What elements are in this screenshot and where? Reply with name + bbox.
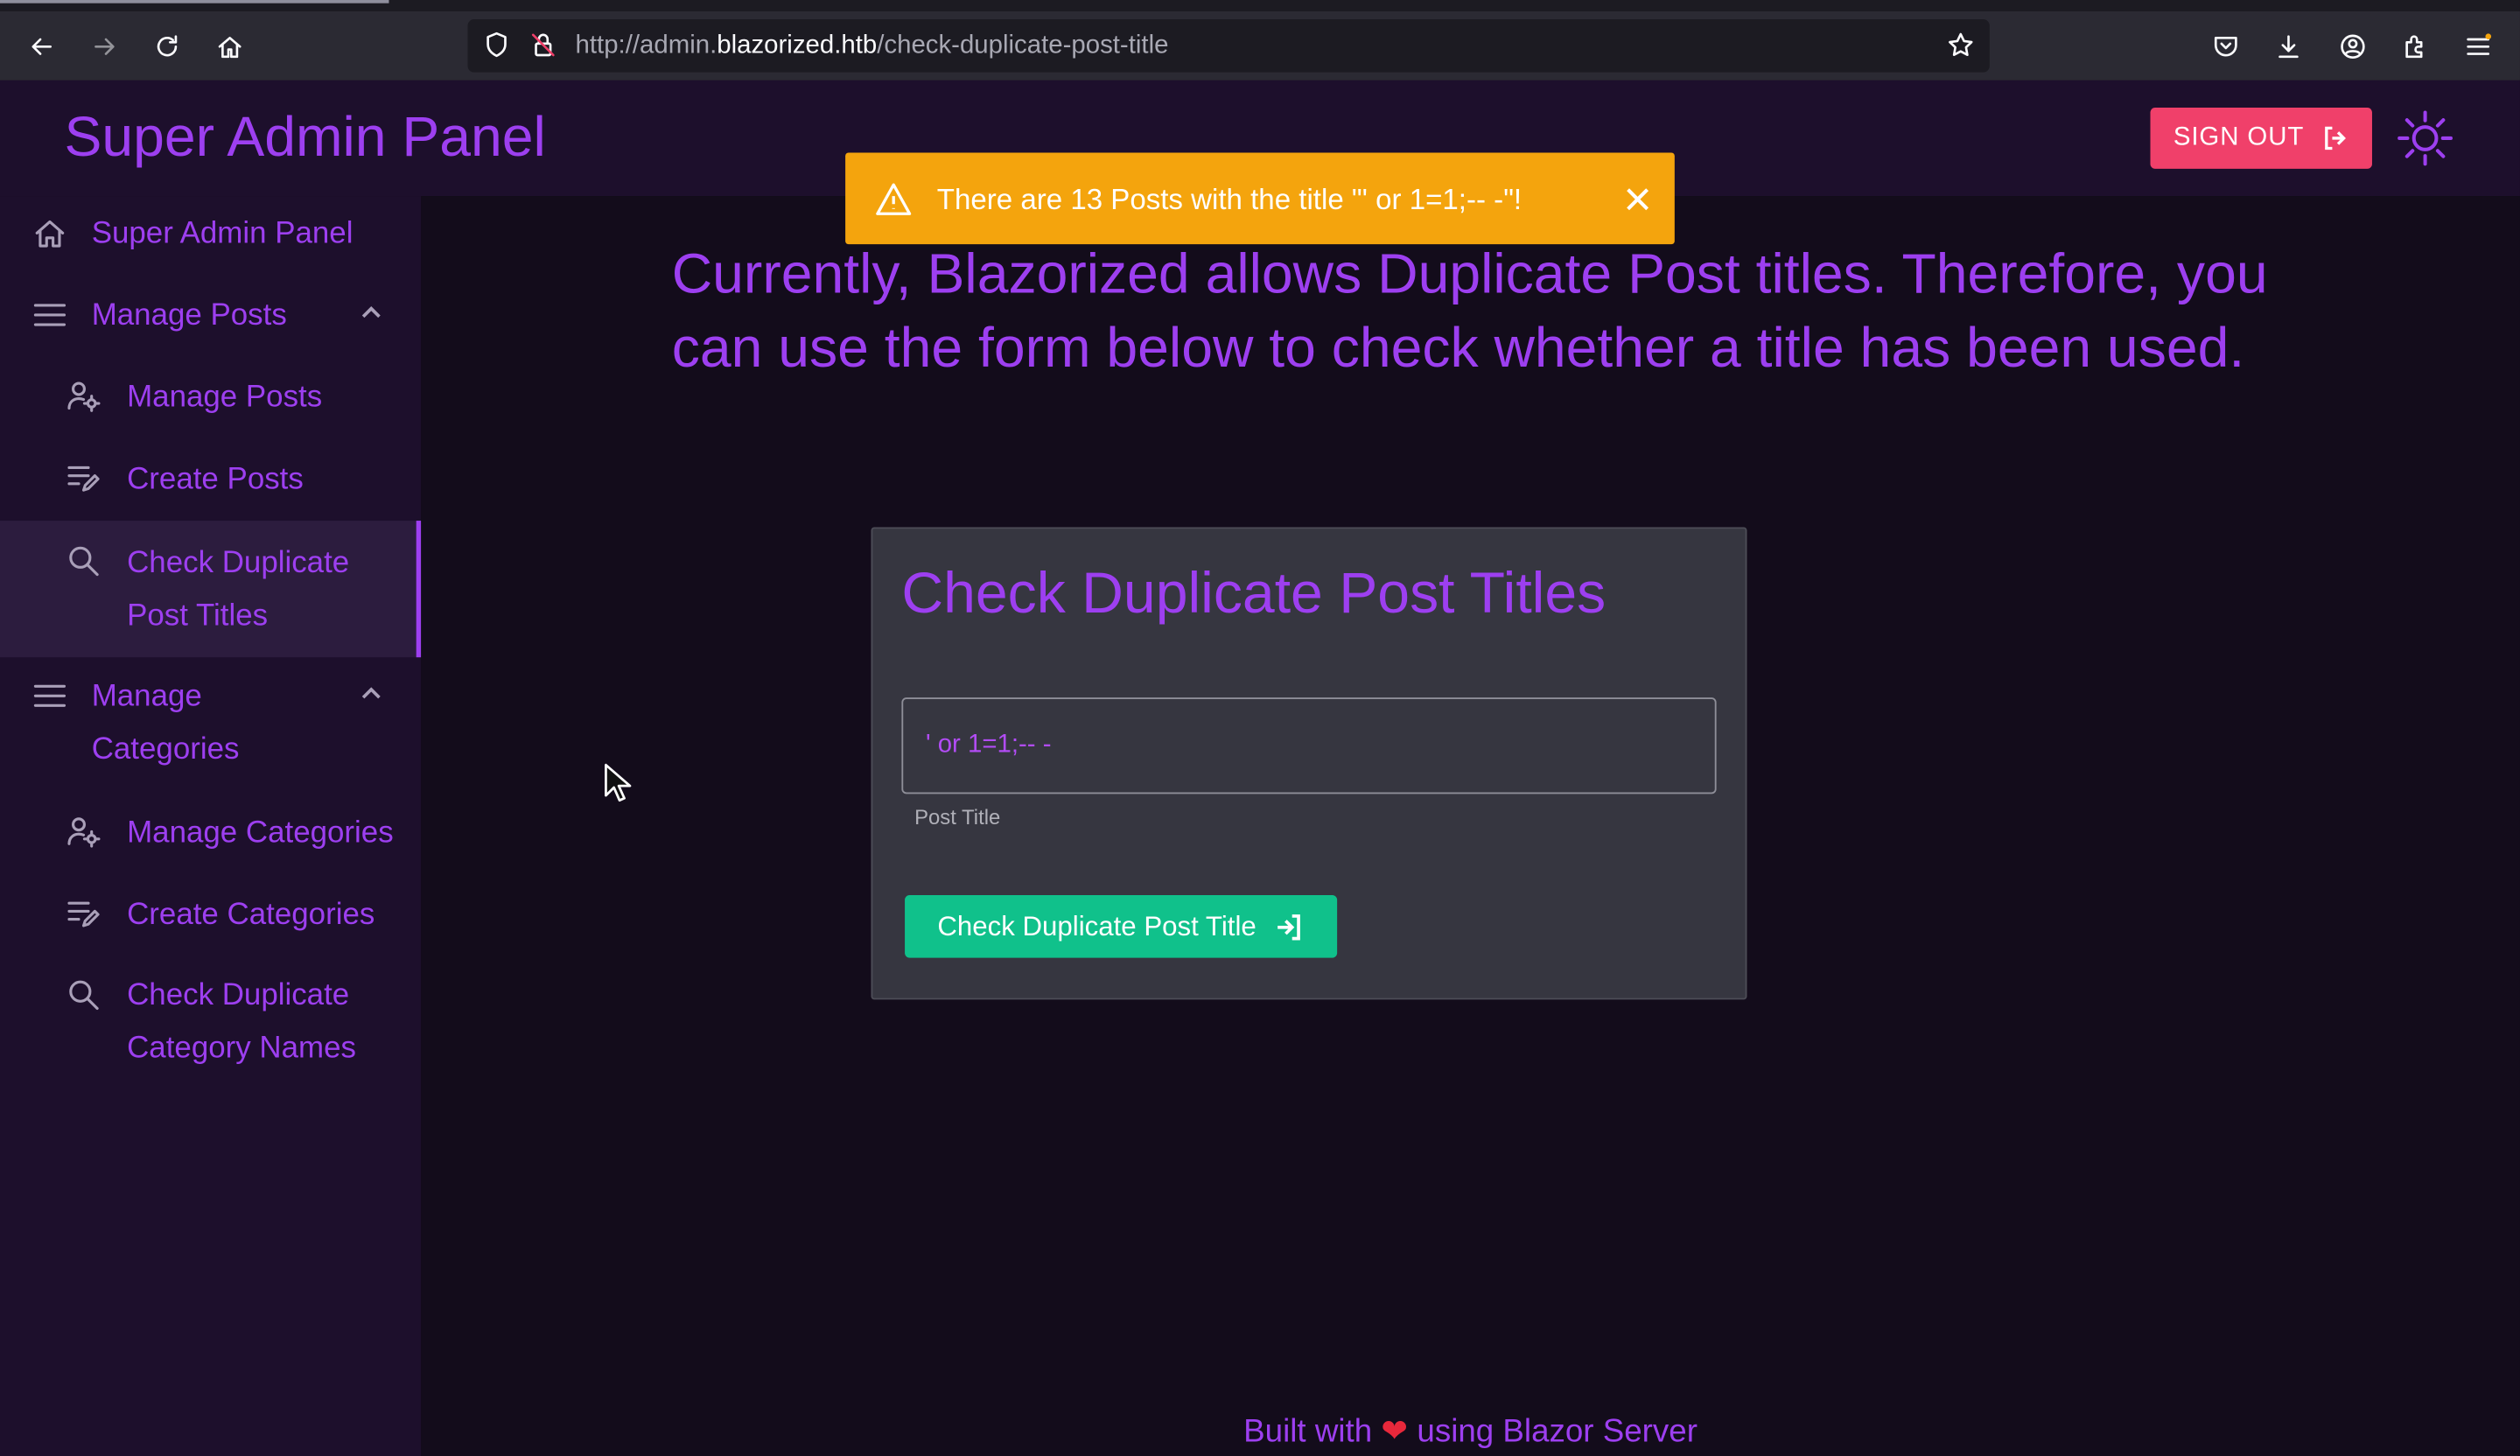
- footer: Built with ❤ using Blazor Server: [421, 1411, 2520, 1452]
- forward-icon[interactable]: [82, 24, 127, 69]
- reload-icon[interactable]: [144, 24, 189, 69]
- download-icon[interactable]: [2266, 24, 2311, 69]
- sidebar-item-create-posts[interactable]: Create Posts: [0, 452, 421, 509]
- search-icon: [66, 977, 101, 1012]
- mouse-cursor-icon: [605, 763, 632, 802]
- sign-out-label: SIGN OUT: [2173, 123, 2305, 151]
- check-button-label: Check Duplicate Post Title: [937, 910, 1256, 942]
- logout-icon: [2324, 126, 2346, 150]
- sidebar: Super Admin Panel Manage Posts Manage Po…: [0, 196, 422, 1456]
- edit-list-icon: [66, 897, 101, 932]
- post-title-input[interactable]: ' or 1=1;-- -: [901, 697, 1717, 794]
- browser-toolbar: http://admin.blazorized.htb/check-duplic…: [0, 10, 2520, 80]
- card-title: Check Duplicate Post Titles: [901, 559, 1606, 626]
- warning-icon: [874, 180, 913, 219]
- toast-message: There are 13 Posts with the title "' or …: [936, 183, 1522, 216]
- intro-text: Currently, Blazorized allows Duplicate P…: [671, 242, 2268, 380]
- edit-list-icon: [66, 461, 101, 496]
- heart-icon: ❤: [1381, 1414, 1409, 1450]
- login-arrow-icon: [1277, 914, 1300, 940]
- menu-icon: [32, 298, 67, 332]
- sidebar-item-create-categories[interactable]: Create Categories: [0, 887, 421, 945]
- sidebar-item-super-admin-panel[interactable]: Super Admin Panel: [0, 206, 421, 263]
- page-title: Super Admin Panel: [64, 106, 546, 169]
- check-duplicate-post-title-button[interactable]: Check Duplicate Post Title: [905, 895, 1338, 958]
- sidebar-item-check-duplicate-category-names[interactable]: Check Duplicate Category Names: [0, 968, 421, 1081]
- pocket-icon[interactable]: [2203, 24, 2248, 69]
- extensions-icon[interactable]: [2393, 24, 2438, 69]
- sidebar-item-manage-posts-group[interactable]: Manage Posts: [0, 288, 421, 346]
- user-settings-icon: [66, 815, 101, 850]
- sidebar-item-manage-categories[interactable]: Manage Categories: [0, 805, 421, 863]
- back-icon[interactable]: [19, 24, 64, 69]
- sidebar-item-manage-categories-group[interactable]: Manage Categories: [0, 668, 421, 781]
- home-icon[interactable]: [207, 24, 252, 69]
- check-duplicate-card: Check Duplicate Post Titles ' or 1=1;-- …: [871, 527, 1747, 1000]
- shield-icon[interactable]: [474, 23, 519, 67]
- chevron-up-icon[interactable]: [357, 299, 386, 328]
- footer-text-before: Built with: [1243, 1414, 1373, 1450]
- post-title-input-value: ' or 1=1;-- -: [925, 731, 1052, 759]
- warning-toast: There are 13 Posts with the title "' or …: [845, 152, 1675, 245]
- account-icon[interactable]: [2330, 24, 2375, 69]
- sidebar-item-check-duplicate-post-titles[interactable]: Check Duplicate Post Titles: [0, 521, 422, 658]
- search-icon: [66, 543, 101, 578]
- menu-icon: [32, 678, 67, 713]
- sidebar-item-manage-posts[interactable]: Manage Posts: [0, 369, 421, 427]
- footer-text-after: using Blazor Server: [1417, 1414, 1698, 1450]
- sign-out-button[interactable]: SIGN OUT: [2150, 108, 2372, 169]
- insecure-lock-icon[interactable]: [521, 23, 565, 67]
- app-menu-icon[interactable]: [2455, 24, 2500, 69]
- bookmark-star-icon[interactable]: [1938, 23, 1983, 67]
- post-title-label: Post Title: [914, 805, 1001, 830]
- home-icon: [32, 215, 67, 250]
- chevron-up-icon[interactable]: [357, 680, 386, 709]
- user-settings-icon: [66, 379, 101, 414]
- active-tab-indicator: [0, 0, 389, 4]
- main-content: Currently, Blazorized allows Duplicate P…: [421, 196, 2520, 1456]
- theme-toggle-sun-icon[interactable]: [2395, 108, 2456, 169]
- close-icon[interactable]: [1623, 185, 1652, 214]
- browser-tab-strip: [0, 0, 2520, 11]
- address-bar[interactable]: http://admin.blazorized.htb/check-duplic…: [467, 19, 1990, 73]
- url-text[interactable]: http://admin.blazorized.htb/check-duplic…: [576, 32, 1169, 61]
